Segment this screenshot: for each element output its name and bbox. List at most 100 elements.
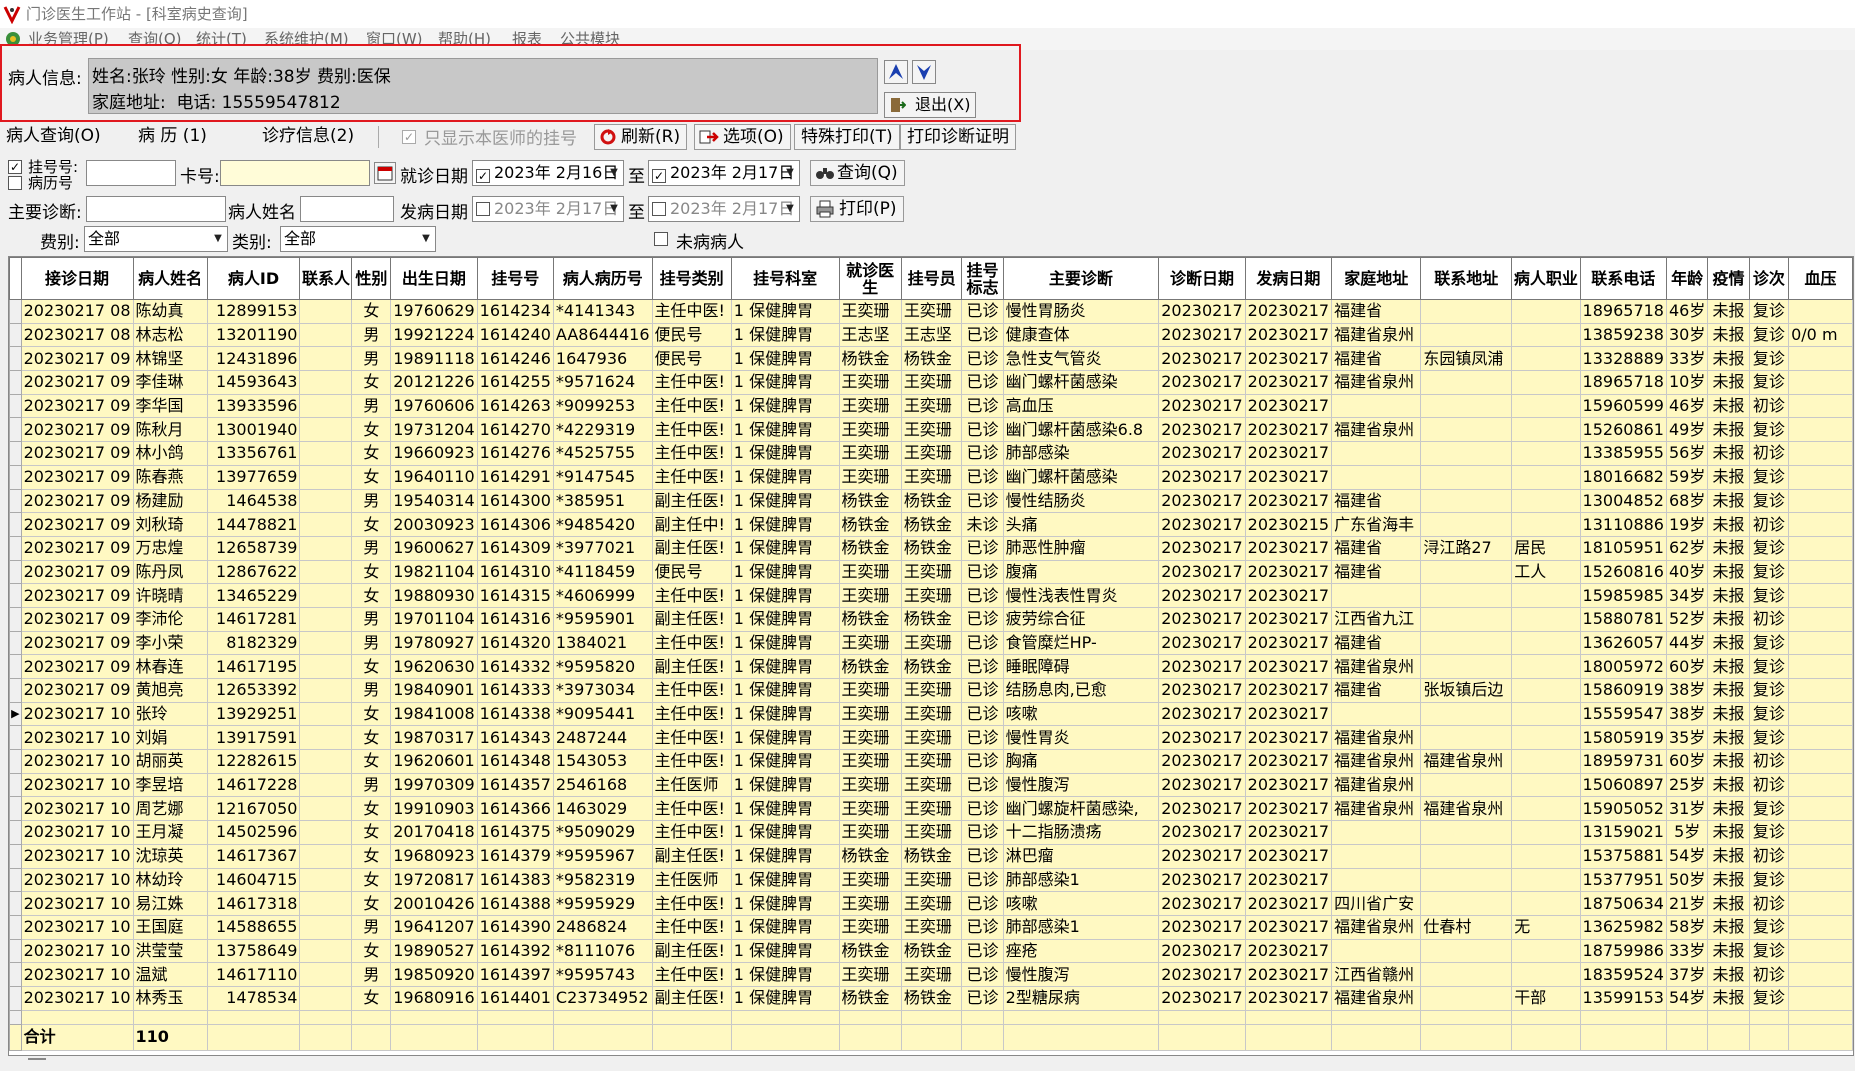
print-diagnosis-cert-button[interactable]: 打印诊断证明 [900, 124, 1016, 150]
table-cell[interactable]: 1 保健脾胃 [730, 583, 840, 608]
table-cell[interactable]: 20230217 [1244, 938, 1333, 964]
table-cell[interactable]: 已诊 [961, 749, 1004, 774]
table-cell[interactable]: 12282615 [206, 749, 301, 774]
table-cell[interactable] [299, 914, 353, 940]
table-cell[interactable]: 20230217 [1158, 654, 1246, 679]
table-cell[interactable] [1511, 512, 1581, 537]
table-cell[interactable]: 杨铁金 [900, 985, 963, 1011]
table-cell[interactable]: 主任中医! [651, 891, 732, 916]
table-cell[interactable]: 女 [351, 891, 392, 916]
table-cell[interactable] [1788, 630, 1853, 656]
table-cell[interactable]: 31岁 [1665, 796, 1709, 822]
table-cell[interactable]: *9147545 [552, 464, 653, 490]
table-cell[interactable]: 幽门螺杆菌感染6.8 [1002, 417, 1160, 443]
table-cell[interactable]: 2486824 [552, 914, 653, 940]
table-cell[interactable] [299, 512, 353, 537]
table-cell[interactable]: 20230217 09 [20, 678, 134, 703]
reg-no-checkbox[interactable]: ✓ [8, 160, 22, 174]
table-cell[interactable]: 18965718 [1579, 299, 1667, 324]
table-cell[interactable]: 王奕珊 [838, 678, 902, 703]
table-cell[interactable]: 未报 [1707, 749, 1750, 774]
table-cell[interactable]: 1 保健脾胃 [730, 393, 840, 419]
table-cell[interactable]: 初诊 [1748, 891, 1790, 916]
table-cell[interactable]: 副主任医! [651, 535, 732, 561]
table-cell[interactable] [1788, 938, 1853, 964]
table-cell[interactable]: 1614343 [476, 725, 554, 751]
row-indicator[interactable] [9, 630, 22, 656]
table-cell[interactable]: 慢性浅表性胃炎 [1002, 583, 1160, 608]
row-indicator[interactable] [9, 346, 22, 372]
column-header[interactable]: 性别 [351, 257, 392, 300]
table-cell[interactable] [1511, 678, 1581, 703]
table-cell[interactable] [1788, 843, 1853, 869]
table-cell[interactable] [1511, 796, 1581, 822]
table-cell[interactable]: 已诊 [961, 417, 1004, 443]
visit-date-from-picker[interactable]: ✓ 2023年 2月16日 [472, 160, 624, 186]
table-cell[interactable]: 49岁 [1665, 417, 1709, 443]
table-cell[interactable]: 慢性结肠炎 [1002, 488, 1160, 514]
column-header[interactable]: 挂号员 [900, 257, 963, 300]
table-cell[interactable]: 14617318 [206, 891, 301, 916]
table-cell[interactable]: 王奕珊 [900, 725, 963, 751]
table-cell[interactable]: 20230217 [1244, 322, 1333, 348]
column-header[interactable]: 病人ID [206, 257, 301, 300]
table-cell[interactable]: 女 [351, 583, 392, 608]
table-cell[interactable]: 19841008 [390, 701, 478, 727]
table-cell[interactable]: 20230217 09 [20, 559, 134, 585]
table-cell[interactable]: 杨铁金 [838, 512, 902, 537]
table-cell[interactable]: 1614333 [476, 678, 554, 703]
table-cell[interactable]: 20230217 [1158, 512, 1246, 537]
table-cell[interactable] [1788, 559, 1853, 585]
table-cell[interactable]: 咳嗽 [1002, 891, 1160, 916]
table-cell[interactable]: 1 保健脾胃 [730, 985, 840, 1011]
table-cell[interactable]: 1 保健脾胃 [730, 938, 840, 964]
table-cell[interactable]: 20230217 [1158, 417, 1246, 443]
table-cell[interactable]: 1 保健脾胃 [730, 891, 840, 916]
onset-from-checkbox[interactable] [476, 202, 490, 216]
table-cell[interactable]: 初诊 [1748, 393, 1790, 419]
table-cell[interactable]: 已诊 [961, 701, 1004, 727]
table-cell[interactable]: 已诊 [961, 938, 1004, 964]
table-cell[interactable]: 14617195 [206, 654, 301, 679]
table-cell[interactable]: 已诊 [961, 583, 1004, 608]
table-cell[interactable] [299, 393, 353, 419]
row-indicator[interactable] [9, 772, 22, 798]
table-cell[interactable]: 13110886 [1579, 512, 1667, 537]
table-cell[interactable]: 王奕珊 [838, 701, 902, 727]
table-cell[interactable]: 13004852 [1579, 488, 1667, 514]
table-cell[interactable]: 13356761 [206, 441, 301, 466]
table-cell[interactable]: 女 [351, 749, 392, 774]
table-cell[interactable] [1331, 464, 1422, 490]
card-read-button[interactable] [374, 162, 396, 184]
table-cell[interactable]: 12431896 [206, 346, 301, 372]
table-cell[interactable]: 20230217 09 [20, 654, 134, 679]
table-cell[interactable]: 已诊 [961, 654, 1004, 679]
table-row[interactable]: 20230217 10 林幼玲 14604715 女 19720817 1614383 *9… [9, 867, 1853, 893]
table-cell[interactable]: 20230217 [1244, 701, 1333, 727]
table-cell[interactable]: 王奕珊 [900, 370, 963, 395]
table-cell[interactable]: 无 [1511, 914, 1581, 940]
table-cell[interactable]: 15880781 [1579, 606, 1667, 632]
table-cell[interactable]: 1 保健脾胃 [730, 654, 840, 679]
table-cell[interactable]: 东园镇凤浦 [1420, 346, 1513, 372]
table-cell[interactable]: 1614390 [476, 914, 554, 940]
table-row[interactable]: 20230217 09 陈秋月 13001940 女 19731204 1614270 *4… [9, 417, 1853, 443]
table-cell[interactable]: 1478534 [206, 985, 301, 1011]
column-header[interactable]: 诊次 [1748, 257, 1790, 300]
table-cell[interactable]: 健康查体 [1002, 322, 1160, 348]
table-cell[interactable]: 温斌 [132, 962, 208, 987]
table-cell[interactable]: 1 保健脾胃 [730, 914, 840, 940]
table-cell[interactable]: 25岁 [1665, 772, 1709, 798]
row-indicator[interactable] [9, 417, 22, 443]
table-cell[interactable] [1420, 583, 1513, 608]
table-cell[interactable]: 复诊 [1748, 417, 1790, 443]
table-cell[interactable]: 20230217 10 [20, 938, 134, 964]
table-row[interactable]: 20230217 10 易江姝 14617318 女 20010426 1614388 *9… [9, 891, 1853, 916]
table-cell[interactable]: 13625982 [1579, 914, 1667, 940]
table-cell[interactable]: *4229319 [552, 417, 653, 443]
table-cell[interactable] [299, 322, 353, 348]
table-row[interactable]: 20230217 09 黄旭亮 12653392 男 19840901 1614333 *3… [9, 678, 1853, 703]
table-cell[interactable]: 未报 [1707, 725, 1750, 751]
table-cell[interactable]: 福建省泉州 [1420, 749, 1513, 774]
table-cell[interactable]: 1 保健脾胃 [730, 346, 840, 372]
